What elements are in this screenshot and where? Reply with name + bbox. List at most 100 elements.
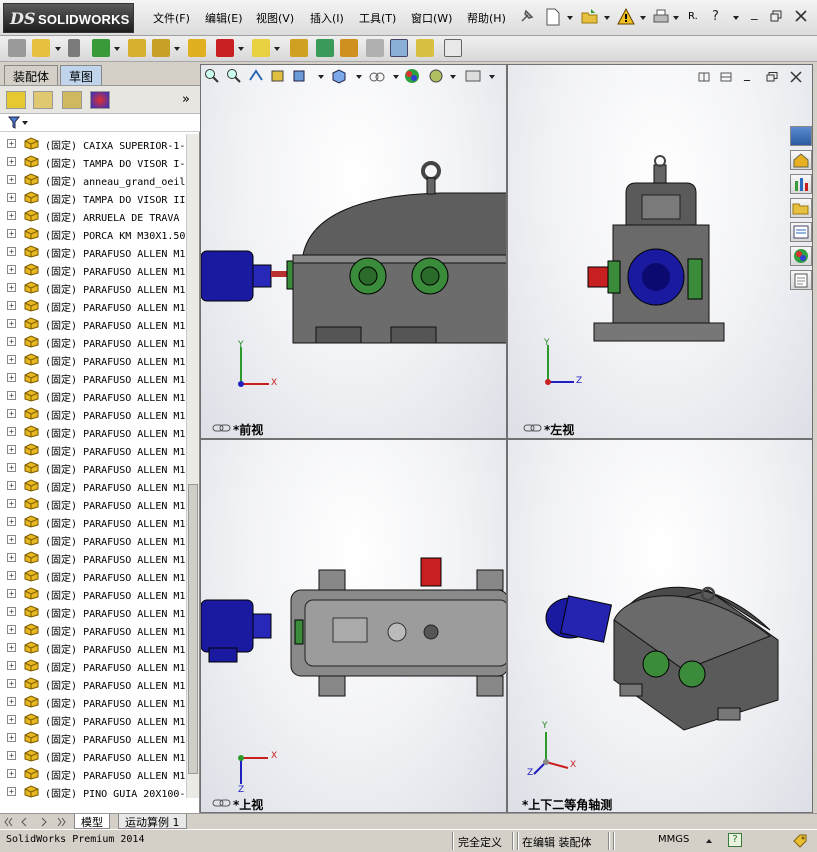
- tree-item[interactable]: + (固定) CAIXA SUPERIOR-1-: [0, 134, 186, 152]
- custom-properties-icon[interactable]: [790, 270, 812, 290]
- tree-item[interactable]: + (固定) PARAFUSO ALLEN M1: [0, 368, 186, 386]
- expand-icon[interactable]: +: [7, 391, 16, 400]
- tree-item[interactable]: + (固定) PARAFUSO ALLEN M1: [0, 764, 186, 782]
- tag-icon[interactable]: [792, 833, 808, 849]
- menu-help[interactable]: 帮助(H): [467, 10, 506, 26]
- zoom-to-area-icon[interactable]: [226, 68, 242, 84]
- view-link-icon[interactable]: [523, 423, 543, 433]
- expand-icon[interactable]: +: [7, 751, 16, 760]
- design-library-icon[interactable]: [790, 174, 812, 194]
- bom-icon[interactable]: [444, 39, 462, 57]
- chevron-down-icon[interactable]: [604, 16, 610, 20]
- menu-edit[interactable]: 编辑(E): [205, 10, 243, 26]
- open-folder-icon[interactable]: [580, 7, 600, 27]
- close-window-button[interactable]: [795, 10, 807, 22]
- tab-motion-study[interactable]: 运动算例 1: [118, 814, 187, 829]
- explode-view-icon[interactable]: [216, 39, 234, 57]
- view-orientation-icon[interactable]: [292, 68, 310, 84]
- new-document-icon[interactable]: [543, 7, 563, 27]
- menu-window[interactable]: 窗口(W): [411, 10, 452, 26]
- expand-icon[interactable]: +: [7, 733, 16, 742]
- chevron-down-icon[interactable]: [274, 47, 280, 51]
- tree-item[interactable]: + (固定) PARAFUSO ALLEN M1: [0, 530, 186, 548]
- chevron-down-icon[interactable]: [489, 75, 495, 79]
- new-part-icon[interactable]: [8, 39, 26, 57]
- pin-icon[interactable]: [516, 7, 536, 27]
- menu-tools[interactable]: 工具(T): [359, 10, 396, 26]
- filter-icon[interactable]: [8, 116, 30, 130]
- split-horizontal-icon[interactable]: [720, 72, 732, 82]
- tree-item[interactable]: + (固定) ARRUELA DE TRAVA: [0, 206, 186, 224]
- tab-scroll-arrows[interactable]: [4, 816, 70, 828]
- expand-icon[interactable]: +: [7, 157, 16, 166]
- expand-icon[interactable]: +: [7, 427, 16, 436]
- edit-appearance-icon[interactable]: [404, 68, 420, 84]
- viewport-top[interactable]: Z X *上视: [200, 439, 507, 813]
- menu-file[interactable]: 文件(F): [153, 10, 190, 26]
- chevron-down-icon[interactable]: [356, 75, 362, 79]
- tree-item[interactable]: + (固定) PARAFUSO ALLEN M1: [0, 350, 186, 368]
- tree-item[interactable]: + (固定) PORCA KM M30X1.50: [0, 224, 186, 242]
- apply-scene-icon[interactable]: [428, 68, 444, 84]
- rebuild-warning-icon[interactable]: [616, 7, 636, 27]
- panel-more-button[interactable]: »: [182, 92, 190, 107]
- configuration-manager-tab-icon[interactable]: [62, 91, 82, 109]
- viewport-left[interactable]: _ Y Z *左视: [507, 64, 813, 439]
- chevron-down-icon[interactable]: [114, 47, 120, 51]
- chevron-down-icon[interactable]: [318, 75, 324, 79]
- tree-item[interactable]: + (固定) PARAFUSO ALLEN M1: [0, 710, 186, 728]
- tree-item[interactable]: + (固定) PARAFUSO ALLEN M1: [0, 314, 186, 332]
- tree-item[interactable]: + (固定) PARAFUSO ALLEN M1: [0, 656, 186, 674]
- chevron-down-icon[interactable]: [393, 75, 399, 79]
- chevron-down-icon[interactable]: [174, 47, 180, 51]
- tree-scrollbar[interactable]: [186, 134, 199, 798]
- tree-item[interactable]: + (固定) PARAFUSO ALLEN M1: [0, 692, 186, 710]
- menu-insert[interactable]: 插入(I): [310, 10, 344, 26]
- expand-icon[interactable]: +: [7, 553, 16, 562]
- hide-show-items-icon[interactable]: [368, 68, 386, 84]
- home-icon[interactable]: [790, 150, 812, 170]
- menu-view[interactable]: 视图(V): [256, 10, 294, 26]
- tree-item[interactable]: + (固定) PARAFUSO ALLEN M1: [0, 494, 186, 512]
- tree-item[interactable]: + (固定) PARAFUSO ALLEN M1: [0, 278, 186, 296]
- view-link-icon[interactable]: [212, 423, 232, 433]
- expand-icon[interactable]: +: [7, 661, 16, 670]
- help-question-icon[interactable]: ?: [712, 9, 719, 24]
- expand-icon[interactable]: +: [7, 139, 16, 148]
- tree-item[interactable]: + (固定) PARAFUSO ALLEN M1: [0, 584, 186, 602]
- edit-component-icon[interactable]: [340, 39, 358, 57]
- solidworks-logo[interactable]: DS SOLIDWORKS: [3, 3, 134, 33]
- tree-item[interactable]: + (固定) PARAFUSO ALLEN M1: [0, 260, 186, 278]
- tree-item[interactable]: + (固定) anneau_grand_oeil: [0, 170, 186, 188]
- expand-icon[interactable]: +: [7, 355, 16, 364]
- viewport-isometric[interactable]: Y X Z *上下二等角轴测: [507, 439, 813, 813]
- large-assembly-icon[interactable]: [416, 39, 434, 57]
- view-close-button[interactable]: [790, 71, 802, 83]
- chevron-down-icon[interactable]: [238, 47, 244, 51]
- expand-icon[interactable]: +: [7, 229, 16, 238]
- search-hint[interactable]: R.: [688, 11, 698, 22]
- split-vertical-icon[interactable]: [698, 72, 710, 82]
- chevron-down-icon[interactable]: [55, 47, 61, 51]
- assembly-transparency-icon[interactable]: [390, 39, 408, 57]
- file-explorer-icon[interactable]: [790, 198, 812, 218]
- tree-item[interactable]: + (固定) PARAFUSO ALLEN M1: [0, 602, 186, 620]
- status-units[interactable]: MMGS: [658, 834, 689, 845]
- expand-icon[interactable]: +: [7, 265, 16, 274]
- print-icon[interactable]: [651, 7, 671, 27]
- tree-item[interactable]: + (固定) PARAFUSO ALLEN M1: [0, 638, 186, 656]
- tree-item[interactable]: + (固定) PARAFUSO ALLEN M1: [0, 242, 186, 260]
- tab-assembly[interactable]: 装配体: [4, 65, 59, 85]
- expand-icon[interactable]: +: [7, 697, 16, 706]
- expand-icon[interactable]: +: [7, 607, 16, 616]
- options-gear-icon[interactable]: [290, 39, 308, 57]
- zoom-to-fit-icon[interactable]: [204, 68, 220, 84]
- expand-icon[interactable]: +: [7, 247, 16, 256]
- tree-item[interactable]: + (固定) PARAFUSO ALLEN M1: [0, 422, 186, 440]
- expand-icon[interactable]: +: [7, 211, 16, 220]
- tree-item[interactable]: + (固定) PARAFUSO ALLEN M1: [0, 548, 186, 566]
- tree-item[interactable]: + (固定) TAMPA DO VISOR I-: [0, 152, 186, 170]
- view-restore-button[interactable]: [766, 72, 778, 82]
- chevron-down-icon[interactable]: [567, 16, 573, 20]
- instant3d-icon[interactable]: [316, 39, 334, 57]
